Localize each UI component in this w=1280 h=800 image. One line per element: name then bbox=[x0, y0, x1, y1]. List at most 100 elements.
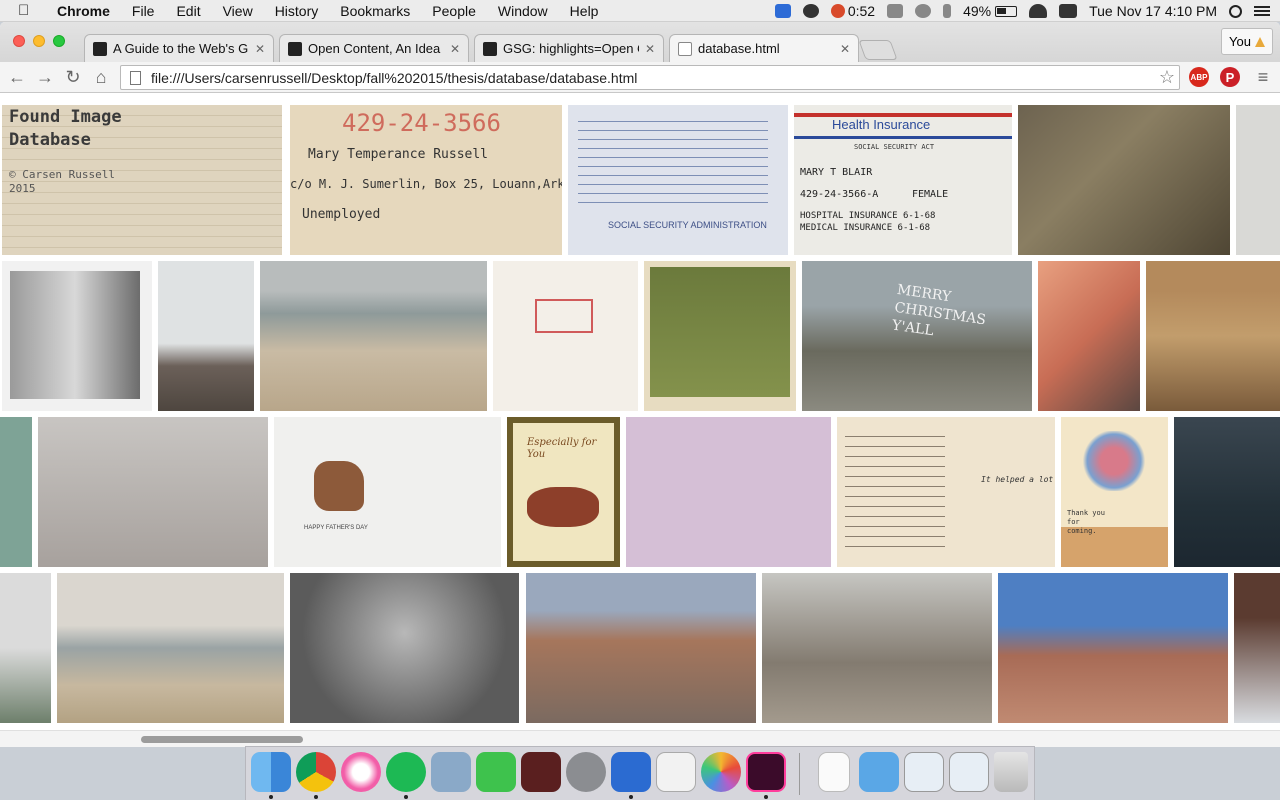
back-button[interactable]: ← bbox=[6, 66, 28, 88]
volume-icon[interactable] bbox=[1059, 4, 1078, 18]
trash-icon[interactable] bbox=[994, 752, 1028, 792]
image-tile-girl-on-beach[interactable] bbox=[260, 261, 487, 411]
site-title: Found Image Database bbox=[9, 106, 122, 152]
spotlight-search-icon[interactable] bbox=[1229, 4, 1242, 18]
apple-menu-icon[interactable]:  bbox=[18, 2, 40, 19]
image-tile-table-partial[interactable] bbox=[1234, 573, 1280, 723]
reload-button[interactable]: ↻ bbox=[62, 66, 84, 88]
image-tile-motel-balcony[interactable] bbox=[1146, 261, 1280, 411]
airplay-icon[interactable] bbox=[887, 4, 904, 18]
tab-web-guide[interactable]: A Guide to the Web's Grow ✕ bbox=[84, 34, 274, 62]
creative-cloud-icon[interactable] bbox=[802, 4, 819, 18]
image-tile-metal-colander[interactable] bbox=[290, 573, 519, 723]
image-tile-porch-bw[interactable] bbox=[2, 261, 152, 411]
menu-window[interactable]: Window bbox=[487, 3, 559, 19]
image-tile-fathers-day-card-inside[interactable]: HAPPY FATHER'S DAY bbox=[274, 417, 501, 567]
image-tile-photo-partial[interactable] bbox=[1236, 105, 1280, 255]
image-tile-ssn-card-front[interactable]: 429-24-3566 Mary Temperance Russell c/o … bbox=[290, 105, 562, 255]
tab-open-content[interactable]: Open Content, An Idea Wh ✕ bbox=[279, 34, 469, 62]
new-tab-button[interactable] bbox=[858, 40, 898, 60]
warning-icon bbox=[1254, 36, 1265, 47]
notification-center-icon[interactable] bbox=[1254, 6, 1270, 16]
finder-icon[interactable] bbox=[251, 752, 291, 792]
menu-history[interactable]: History bbox=[264, 3, 330, 19]
image-tile-red-rocks[interactable] bbox=[998, 573, 1228, 723]
image-tile-girl-on-beach-2[interactable] bbox=[57, 573, 284, 723]
clock[interactable]: Tue Nov 17 4:10 PM bbox=[1089, 3, 1217, 19]
dropbox-icon[interactable] bbox=[774, 4, 791, 18]
tab-close-icon[interactable]: ✕ bbox=[450, 42, 460, 56]
facetime-icon[interactable] bbox=[476, 752, 516, 792]
forward-button[interactable]: → bbox=[34, 66, 56, 88]
photos-icon[interactable] bbox=[701, 752, 741, 792]
horizontal-scrollbar[interactable] bbox=[0, 730, 1280, 747]
dock-divider bbox=[799, 753, 800, 795]
tab-close-icon[interactable]: ✕ bbox=[840, 42, 850, 56]
tab-gsg-highlights[interactable]: GSG: highlights=Open Con ✕ bbox=[474, 34, 664, 62]
minimize-window-button[interactable] bbox=[33, 35, 45, 47]
address-bar[interactable]: file:///Users/carsenrussell/Desktop/fall… bbox=[120, 65, 1180, 90]
textedit-icon[interactable] bbox=[656, 752, 696, 792]
tab-database[interactable]: database.html ✕ bbox=[669, 34, 859, 62]
bluetooth-icon[interactable] bbox=[943, 4, 952, 18]
adblock-plus-icon[interactable]: ABP bbox=[1189, 67, 1209, 87]
ssa-footer-text: SOCIAL SECURITY ADMINISTRATION bbox=[608, 220, 767, 230]
image-tile-woman-sunglasses[interactable] bbox=[1038, 261, 1140, 411]
chrome-icon[interactable] bbox=[296, 752, 336, 792]
image-tile-flower-vase-card[interactable]: Thank you for coming. bbox=[1061, 417, 1168, 567]
image-tile-lilac-envelope[interactable] bbox=[626, 417, 831, 567]
zoom-window-button[interactable] bbox=[53, 35, 65, 47]
image-tile-dog-on-grass[interactable] bbox=[644, 261, 796, 411]
image-tile-kodak-stamp[interactable] bbox=[493, 261, 638, 411]
image-tile-brush-tangle[interactable] bbox=[762, 573, 992, 723]
battery-status[interactable]: 49% bbox=[963, 3, 1018, 19]
image-tile-dark-water[interactable] bbox=[1174, 417, 1280, 567]
menu-help[interactable]: Help bbox=[559, 3, 610, 19]
menu-edit[interactable]: Edit bbox=[165, 3, 211, 19]
itunes-icon[interactable] bbox=[341, 752, 381, 792]
tab-close-icon[interactable]: ✕ bbox=[255, 42, 265, 56]
site-credit: © Carsen Russell 2015 bbox=[9, 168, 115, 196]
word-icon[interactable] bbox=[611, 752, 651, 792]
menu-people[interactable]: People bbox=[421, 3, 487, 19]
menu-bookmarks[interactable]: Bookmarks bbox=[329, 3, 421, 19]
indesign-icon[interactable] bbox=[746, 752, 786, 792]
downloads-stack-icon[interactable] bbox=[904, 752, 944, 792]
image-tile-foliage-partial[interactable] bbox=[0, 573, 51, 723]
ssn-address-text: c/o M. J. Sumerlin, Box 25, Louann,Ark. bbox=[290, 177, 562, 191]
document-icon[interactable] bbox=[818, 752, 850, 792]
spotify-icon[interactable] bbox=[386, 752, 426, 792]
macos-menu-bar:  Chrome File Edit View History Bookmark… bbox=[0, 0, 1280, 22]
tab-close-icon[interactable]: ✕ bbox=[645, 42, 655, 56]
image-tile-health-insurance-card[interactable]: Health Insurance SOCIAL SECURITY ACT MAR… bbox=[794, 105, 1012, 255]
scrollbar-thumb[interactable] bbox=[141, 736, 303, 743]
timer-icon bbox=[830, 4, 845, 18]
image-tile-driftwood[interactable] bbox=[38, 417, 268, 567]
mail-icon[interactable] bbox=[431, 752, 471, 792]
menu-file[interactable]: File bbox=[121, 3, 166, 19]
screenshot-stack-icon[interactable] bbox=[949, 752, 989, 792]
image-tile-ssa-card-instructions[interactable]: SOCIAL SECURITY ADMINISTRATION bbox=[568, 105, 788, 255]
bookmark-star-icon[interactable]: ☆ bbox=[1159, 67, 1175, 88]
image-tile-handwritten-note[interactable]: It helped a lot bbox=[837, 417, 1055, 567]
time-machine-icon[interactable] bbox=[915, 4, 932, 18]
pinterest-icon[interactable]: P bbox=[1220, 67, 1240, 87]
menu-view[interactable]: View bbox=[212, 3, 264, 19]
timer-status[interactable]: 0:52 bbox=[830, 3, 875, 19]
image-tile-green-partial[interactable] bbox=[0, 417, 32, 567]
profile-button[interactable]: You bbox=[1221, 28, 1273, 55]
photo-booth-icon[interactable] bbox=[521, 752, 561, 792]
image-tile-shoreline-cliff[interactable] bbox=[526, 573, 756, 723]
chrome-menu-icon[interactable]: ≡ bbox=[1252, 66, 1274, 88]
image-tile-christmas-house[interactable]: MERRY CHRISTMAS Y'ALL bbox=[802, 261, 1032, 411]
system-preferences-icon[interactable] bbox=[566, 752, 606, 792]
close-window-button[interactable] bbox=[13, 35, 25, 47]
menu-app-name[interactable]: Chrome bbox=[46, 3, 121, 19]
image-tile-water-snake[interactable] bbox=[1018, 105, 1230, 255]
image-tile-especially-for-you-card[interactable]: Especially for You bbox=[507, 417, 620, 567]
home-button[interactable]: ⌂ bbox=[90, 66, 112, 88]
folder-icon[interactable] bbox=[859, 752, 899, 792]
running-indicator bbox=[404, 795, 408, 799]
wifi-icon[interactable] bbox=[1029, 4, 1048, 18]
image-tile-rocky-shore[interactable] bbox=[158, 261, 254, 411]
